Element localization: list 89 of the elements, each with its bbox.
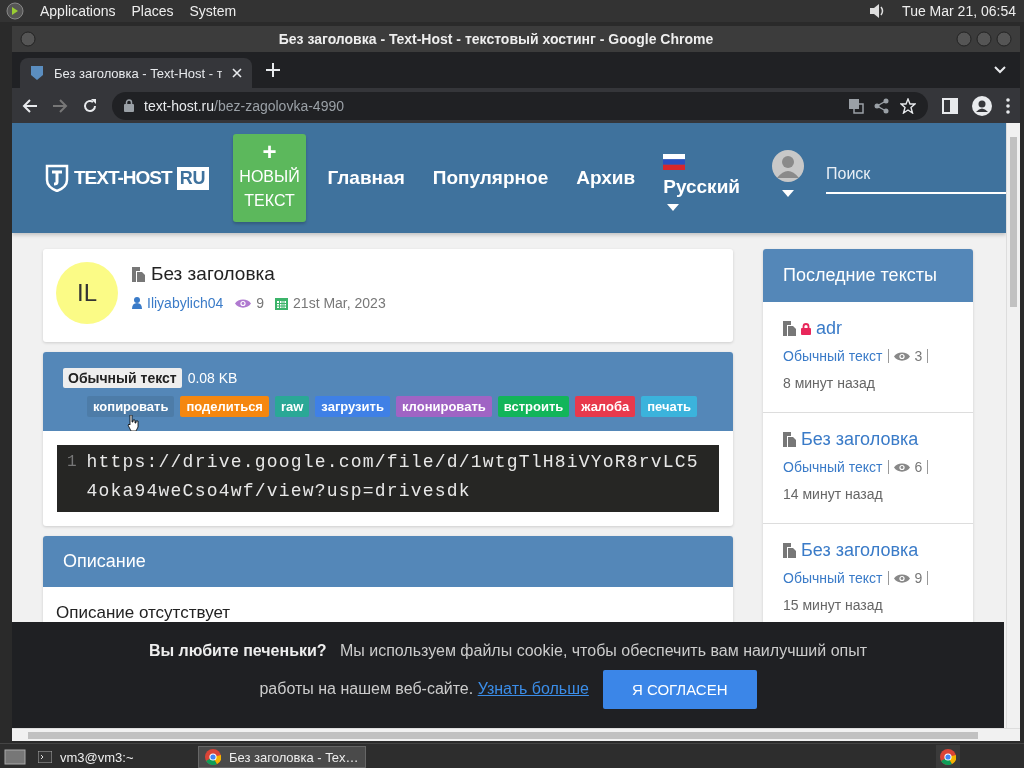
- view-count: 9: [914, 570, 923, 586]
- reload-icon: [82, 97, 98, 114]
- paste-date: 21st Mar, 2023: [293, 295, 386, 311]
- panel-menu[interactable]: Applications: [40, 3, 116, 19]
- logo-badge[interactable]: RU: [176, 166, 209, 190]
- eye-icon: [893, 461, 910, 473]
- back-icon: [22, 97, 38, 114]
- distro-logo-icon: [6, 2, 24, 20]
- forward-icon: [52, 97, 68, 114]
- tray-button[interactable]: [936, 745, 960, 768]
- description-text: Описание отсутствует: [55, 602, 232, 624]
- side-panel-icon: [942, 97, 958, 114]
- taskbar-button[interactable]: vm3@vm3:~: [32, 746, 192, 768]
- calendar-icon: [275, 296, 289, 310]
- time-ago: 8 минут назад: [783, 375, 876, 391]
- eye-icon: [235, 297, 252, 309]
- profile-icon: [972, 95, 992, 116]
- document-icon: [783, 321, 796, 336]
- action-button[interactable]: жалоба: [575, 396, 636, 417]
- avatar-icon: [772, 149, 804, 182]
- horizontal-scrollbar[interactable]: [12, 728, 1020, 741]
- author-link[interactable]: Iliyabylich04: [147, 295, 224, 311]
- file-size: 0.08 KB: [187, 370, 238, 386]
- author-avatar: IL: [56, 262, 118, 324]
- view-count: 6: [914, 459, 923, 475]
- eye-icon: [893, 572, 910, 584]
- time-ago: 15 минут назад: [783, 597, 884, 613]
- favicon-icon: [30, 65, 44, 81]
- nav-link[interactable]: Главная: [327, 167, 405, 189]
- menu-icon: [1006, 97, 1010, 114]
- syntax-link[interactable]: Обычный текст: [783, 570, 883, 586]
- document-icon: [132, 266, 145, 282]
- cookie-message: работы на нашем веб-сайте. Узнать больше: [259, 680, 589, 698]
- chevron-down-icon: [994, 66, 1006, 74]
- panel-menu[interactable]: Places: [131, 3, 174, 19]
- panel-menu[interactable]: System: [189, 3, 237, 19]
- new-text-button[interactable]: + НОВЫЙ ТЕКСТ: [232, 134, 307, 222]
- sidebar-header: Последние тексты: [763, 249, 973, 302]
- learn-more-link[interactable]: Узнать больше: [477, 680, 589, 697]
- paste-title: Без заголовка: [151, 263, 275, 285]
- address-bar[interactable]: text-host.ru/bez-zagolovka-4990: [112, 91, 928, 120]
- shield-logo-icon: [45, 164, 69, 192]
- nav-link[interactable]: Архив: [576, 167, 636, 189]
- hand-cursor-icon: [127, 415, 139, 431]
- browser-tab[interactable]: Без заголовка - Text-Host - т: [20, 58, 252, 88]
- document-icon: [783, 432, 796, 447]
- russian-flag-icon: [663, 153, 686, 170]
- syntax-link[interactable]: Обычный текст: [783, 459, 883, 475]
- time-ago: 14 минут назад: [783, 486, 884, 502]
- section-header: Описание: [43, 536, 733, 587]
- browser-logo-icon: [940, 749, 956, 765]
- browser-logo-icon: [205, 749, 221, 765]
- clock[interactable]: Tue Mar 21, 06:54: [902, 3, 1016, 19]
- taskbar-button[interactable]: Без заголовка - Tex…: [198, 746, 366, 768]
- vertical-scrollbar[interactable]: [1006, 123, 1020, 728]
- eye-icon: [893, 350, 910, 362]
- star-icon: [900, 97, 916, 114]
- syntax-label: Обычный текст: [63, 368, 182, 388]
- syntax-link[interactable]: Обычный текст: [783, 348, 883, 364]
- user-icon: [132, 297, 142, 309]
- translate-icon: [848, 97, 864, 114]
- url-text: text-host.ru/bez-zagolovka-4990: [144, 97, 345, 114]
- cookie-message: Вы любите печеньки? Мы используем файлы cookie, чтобы обеспечить вам наилучший опыт: [148, 641, 868, 660]
- accept-button[interactable]: Я СОГЛАСЕН: [602, 669, 757, 709]
- view-count: 9: [256, 295, 265, 311]
- line-number: 1: [67, 452, 77, 473]
- action-button[interactable]: поделиться: [180, 396, 269, 417]
- action-button[interactable]: встроить: [497, 396, 570, 417]
- terminal-icon: [38, 751, 52, 763]
- code-line: https://drive.google.com/file/d/1wtgTlH8iVYoR8rvLC54oka94weCso4wf/view?usp=drivesdk: [86, 451, 700, 503]
- recent-text-link[interactable]: Без заголовка: [801, 540, 919, 561]
- share-icon: [874, 97, 890, 114]
- recent-text-link[interactable]: adr: [816, 318, 842, 339]
- document-icon: [783, 543, 796, 558]
- action-button[interactable]: печать: [641, 396, 698, 417]
- language-link[interactable]: Русский: [663, 175, 740, 198]
- window-title: Без заголовка - Text-Host - текстовый хостинг - Google Chrome: [277, 31, 715, 47]
- recent-text-link[interactable]: Без заголовка: [801, 429, 919, 450]
- nav-link[interactable]: Популярное: [432, 167, 549, 189]
- new-tab-icon: [266, 63, 280, 77]
- action-button[interactable]: raw: [274, 396, 310, 417]
- view-count: 3: [914, 348, 923, 364]
- action-button[interactable]: загрузить: [315, 396, 390, 417]
- caret-icon: [667, 203, 680, 211]
- show-desktop-icon: [4, 748, 26, 766]
- logo-text[interactable]: TEXT-HOST: [74, 167, 172, 189]
- caret-icon: [782, 189, 794, 197]
- lock-icon: [124, 99, 134, 112]
- action-button[interactable]: клонировать: [395, 396, 492, 417]
